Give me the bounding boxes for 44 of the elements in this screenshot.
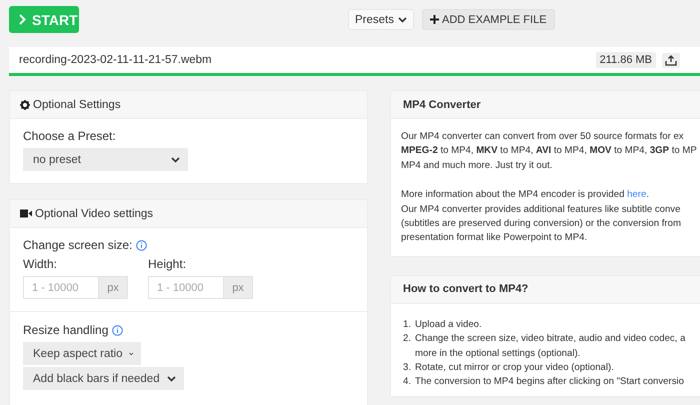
chevron-down-icon bbox=[128, 350, 133, 356]
card-title: How to convert to MP4? bbox=[403, 283, 528, 296]
chevron-down-icon bbox=[171, 156, 180, 162]
upload-button[interactable] bbox=[662, 52, 680, 68]
field-label: Resize handling bbox=[23, 323, 108, 337]
info-sentence: More information about the MP4 encoder is provided here. bbox=[401, 188, 650, 202]
step-text: Change the screen size, video bitrate, audio and video codec, a more in the optional settings (optional). bbox=[415, 332, 686, 361]
file-size-badge: 211.86 MB bbox=[596, 52, 656, 68]
step-number: 2. bbox=[403, 332, 412, 346]
input-field[interactable]: 1 - 10000 bbox=[23, 276, 99, 299]
gear-icon bbox=[20, 100, 30, 110]
card-title: MP4 Converter bbox=[403, 98, 481, 110]
tray-upload-icon bbox=[665, 54, 677, 66]
here-link[interactable]: here bbox=[627, 189, 646, 200]
unit-label: px bbox=[99, 276, 128, 299]
step-text: The conversion to MP4 begins after clicking on "Start conversio bbox=[415, 375, 684, 390]
field-label: Choose a Preset: bbox=[23, 129, 117, 143]
description-paragraph: Our MP4 converter provides additional features like subtitle conve (subtitles are preserved during conversion) or the conversion from presentation format like Powerpoint to MP4. bbox=[401, 202, 682, 246]
chevron-down-icon bbox=[398, 16, 407, 22]
field-label: Width: bbox=[23, 257, 58, 271]
step-number: 3. bbox=[403, 360, 412, 375]
preset-select[interactable]: no preset bbox=[23, 148, 188, 171]
resize-select[interactable]: Add black bars if needed bbox=[23, 367, 184, 390]
step-text: Upload a video. bbox=[415, 318, 482, 332]
video-camera-icon bbox=[20, 209, 32, 218]
file-name: recording-2023-02-11-11-21-57.webm bbox=[19, 54, 213, 66]
card-title: Optional Video settings bbox=[35, 208, 154, 220]
step-number: 1. bbox=[403, 318, 412, 332]
info-icon bbox=[136, 240, 148, 250]
chevron-right-icon bbox=[19, 14, 26, 25]
step-number: 4. bbox=[403, 375, 412, 390]
info-icon bbox=[112, 324, 124, 336]
resize-select[interactable]: Keep aspect ratio bbox=[23, 342, 141, 365]
add-example-file-button[interactable]: ADD EXAMPLE FILE bbox=[422, 9, 555, 30]
chevron-down-icon bbox=[167, 376, 176, 382]
presets-button[interactable]: Presets bbox=[348, 9, 414, 30]
input-field[interactable]: 1 - 10000 bbox=[148, 276, 224, 299]
field-label: Change screen size: bbox=[23, 238, 132, 252]
plus-icon bbox=[430, 15, 439, 24]
unit-label: px bbox=[224, 276, 253, 299]
step-text: Rotate, cut mirror or crop your video (optional). bbox=[415, 360, 614, 375]
field-label: Height: bbox=[148, 257, 188, 271]
description-paragraph: Our MP4 converter can convert from over 50 source formats for ex MPEG-2 to MP4, MKV to MP4, AVI to MP4, MOV to MP4, 3GP to MP MP4 and much more. Just try it out. bbox=[401, 130, 697, 173]
card-title: Optional Settings bbox=[33, 98, 121, 110]
